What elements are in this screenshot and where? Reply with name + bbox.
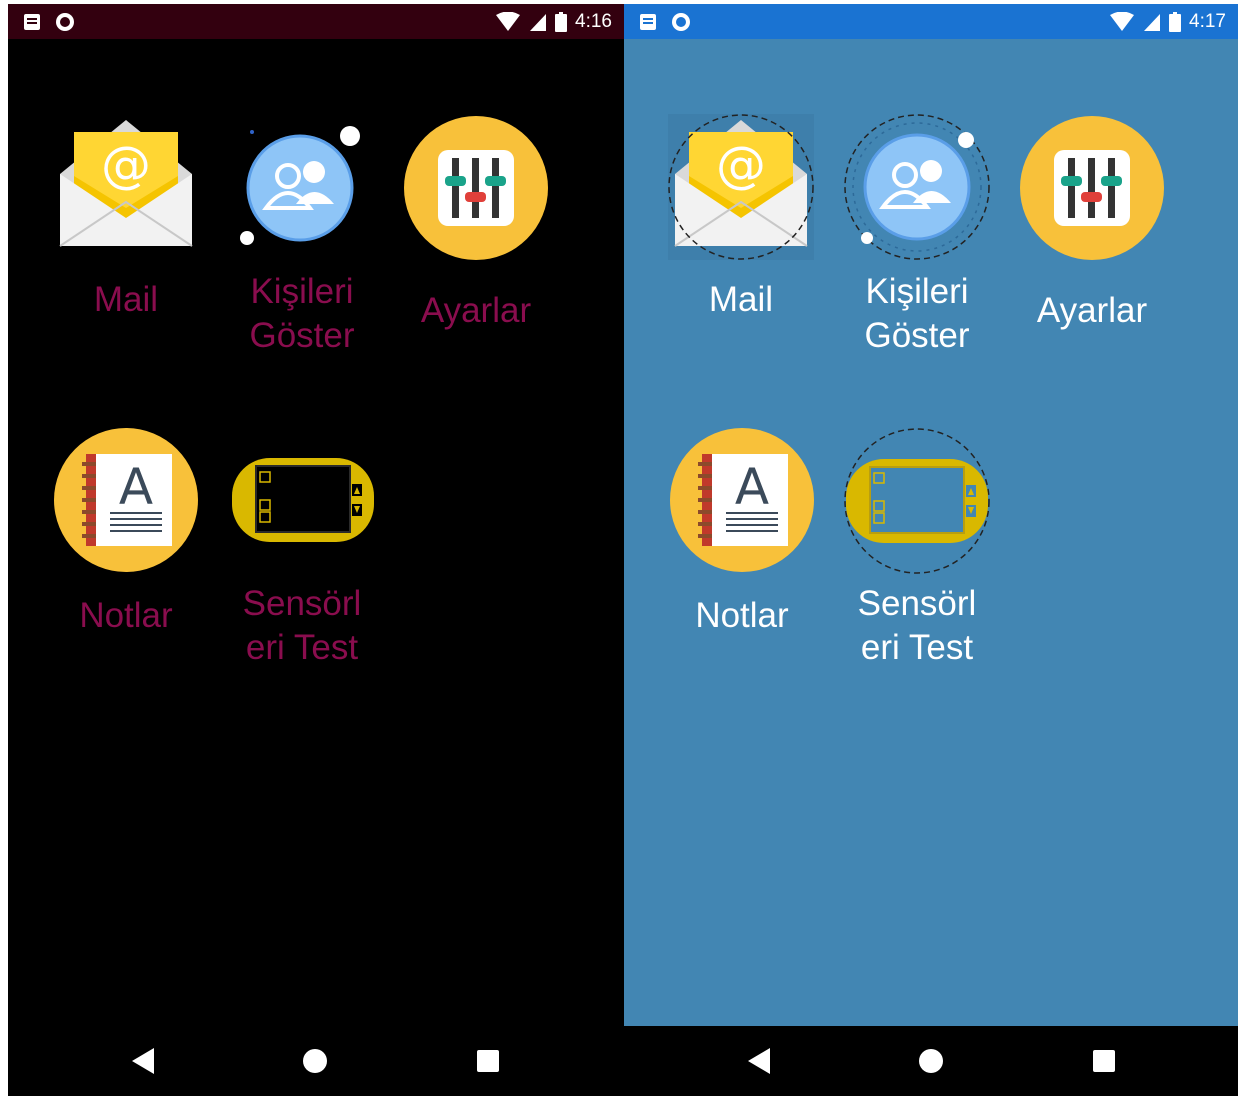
notes-app-icon[interactable]: A [52,426,200,574]
home-button[interactable] [891,1026,971,1096]
wifi-icon [1110,11,1135,31]
app-label-contacts: Kişileri Göster [249,272,355,355]
navigation-bar [624,1026,1238,1096]
app-label-settings: Ayarlar [1036,291,1148,330]
back-icon [132,1048,154,1074]
settings-app-icon[interactable] [1018,114,1166,262]
svg-text:A: A [119,458,153,516]
contacts-app-icon[interactable] [232,122,372,248]
status-time: 4:17 [1189,11,1226,32]
mail-app-icon[interactable]: @ [58,116,194,252]
sync-icon [56,13,74,31]
svg-text:@: @ [101,136,151,194]
settings-app-icon[interactable] [402,114,550,262]
sensor-test-app-icon[interactable] [230,454,376,546]
svg-text:@: @ [716,136,766,194]
navigation-bar [8,1026,624,1096]
app-label-settings: Ayarlar [420,291,532,330]
back-button[interactable] [719,1026,799,1096]
recents-button[interactable] [448,1026,528,1096]
sync-icon [672,13,690,31]
contacts-app-icon[interactable] [842,112,992,262]
phone-screen-right: 4:17 @ Mail Kişileri Göster Ayarlar A No… [624,4,1238,1096]
wifi-icon [496,11,521,31]
home-icon [303,1049,327,1073]
home-button[interactable] [275,1026,355,1096]
notification-icon [24,14,40,30]
app-label-mail: Mail [93,280,159,319]
battery-icon [555,11,568,32]
back-button[interactable] [103,1026,183,1096]
status-bar: 4:16 [8,4,624,39]
app-label-sensor-test: Sensörl eri Test [857,584,977,667]
signal-icon [1144,13,1161,31]
status-bar: 4:17 [624,4,1238,39]
recents-icon [1093,1050,1115,1072]
app-label-mail: Mail [708,280,774,319]
status-time: 4:16 [575,11,612,32]
battery-icon [1169,11,1182,32]
app-label-contacts: Kişileri Göster [864,272,970,355]
recents-button[interactable] [1064,1026,1144,1096]
svg-text:A: A [735,458,769,516]
mail-app-icon[interactable]: @ [666,112,816,262]
signal-icon [530,13,547,31]
app-label-sensor-test: Sensörl eri Test [242,584,362,667]
home-icon [919,1049,943,1073]
phone-screen-left: 4:16 @ Mail Kişileri Göster Ayarlar A No… [8,4,624,1096]
app-label-notes: Notlar [79,596,173,635]
sensor-test-app-icon[interactable] [842,426,992,576]
app-label-notes: Notlar [695,596,789,635]
notes-app-icon[interactable]: A [668,426,816,574]
back-icon [748,1048,770,1074]
recents-icon [477,1050,499,1072]
notification-icon [640,14,656,30]
